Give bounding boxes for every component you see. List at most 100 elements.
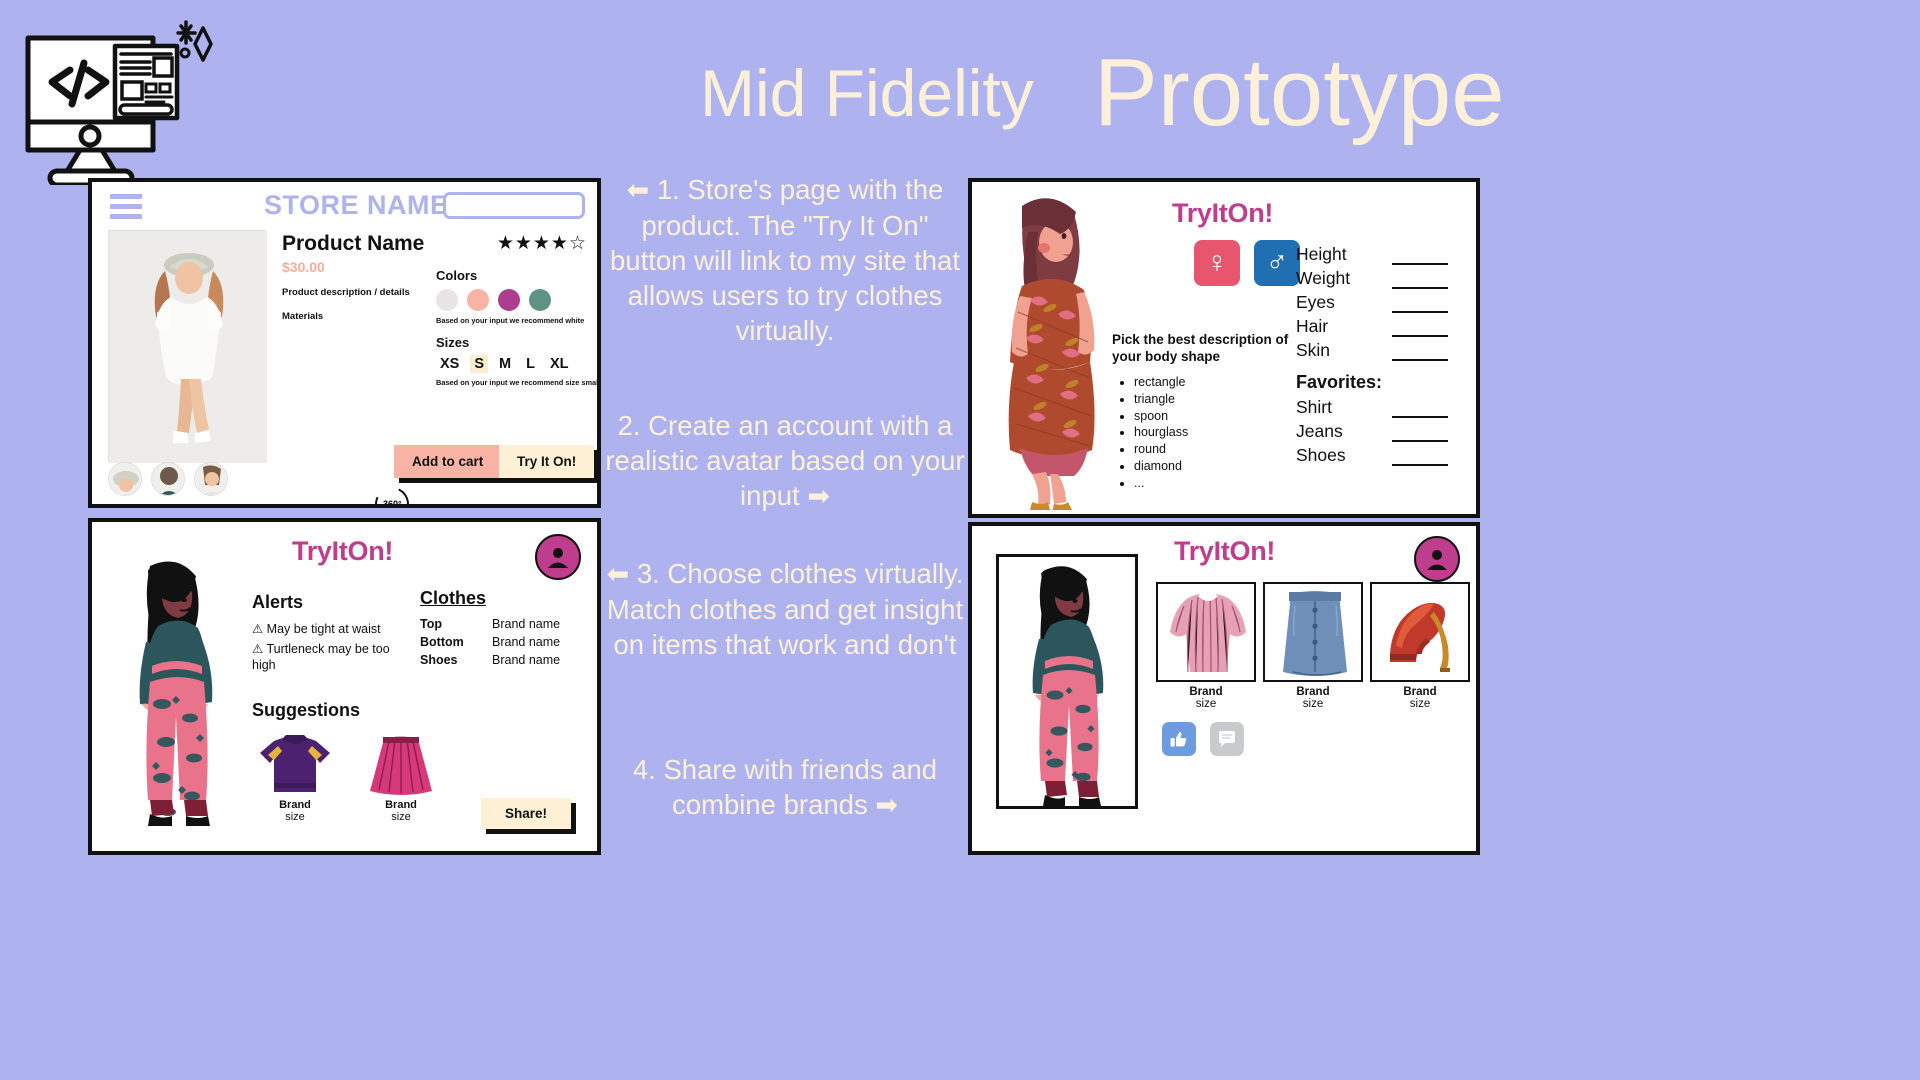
search-bar[interactable] [443, 192, 597, 219]
striped-blouse-icon [1170, 592, 1246, 673]
colors-heading: Colors [436, 268, 478, 283]
bodyshape-option[interactable]: ... [1134, 475, 1292, 492]
measurement-label: Hair [1296, 316, 1329, 336]
measurement-input[interactable] [1392, 347, 1448, 361]
like-button[interactable] [1162, 722, 1196, 756]
measurement-input[interactable] [1392, 251, 1448, 265]
bodyshape-section: Pick the best description of your body s… [1112, 332, 1292, 492]
thumbnail-3[interactable] [194, 462, 228, 496]
suggestion-size: size [285, 811, 305, 823]
item-thumbnail[interactable] [1156, 582, 1256, 682]
table-row: Bottom Brand name [420, 635, 585, 649]
store-name-label: STORE NAME [264, 190, 449, 220]
size-option-l[interactable]: L [522, 355, 539, 373]
measurement-label: Height [1296, 244, 1347, 264]
item-size: size [1302, 698, 1324, 710]
clothing-item[interactable]: Brand size [1263, 582, 1363, 710]
thumbnail-1[interactable] [108, 462, 142, 496]
rotate-360-icon[interactable]: 360° [370, 482, 414, 504]
clothing-item[interactable]: Brand size [1370, 582, 1470, 710]
table-row: Top Brand name [420, 617, 585, 631]
alerts-heading: Alerts [252, 592, 304, 612]
bodyshape-option[interactable]: round [1134, 441, 1292, 458]
favorite-row: Shirt [1296, 397, 1466, 418]
clothes-slot: Top [420, 617, 442, 631]
gender-male-button[interactable]: ♂ [1254, 240, 1300, 286]
bodyshape-option[interactable]: rectangle [1134, 374, 1292, 391]
add-to-cart-button[interactable]: Add to cart [394, 445, 507, 483]
search-input[interactable] [446, 195, 597, 216]
size-option-xl[interactable]: XL [546, 355, 573, 373]
thumbnail-2[interactable] [151, 462, 185, 496]
color-swatch-purple[interactable] [498, 289, 520, 311]
favorite-input[interactable] [1392, 452, 1448, 466]
item-brand: Brand [1296, 686, 1330, 698]
try-it-on-button[interactable]: Try It On! [499, 445, 597, 483]
item-thumbnail[interactable] [1263, 582, 1363, 682]
color-recommendation: Based on your input we recommend white [436, 316, 585, 325]
clothes-slot: Shoes [420, 653, 458, 667]
alert-item: ⚠ Turtleneck may be too high [252, 641, 390, 673]
favorite-input[interactable] [1392, 428, 1448, 442]
note-1: ⬅ 1. Store's page with the product. The … [600, 172, 970, 348]
gender-female-button[interactable]: ♀ [1194, 240, 1240, 286]
share-button[interactable]: Share! [480, 798, 576, 834]
clothes-section: Clothes Top Brand name Bottom Brand name… [420, 588, 585, 671]
arrow-left-icon: ⬅ [626, 175, 650, 205]
bodyshape-option[interactable]: spoon [1134, 408, 1292, 425]
item-thumbnail[interactable] [1370, 582, 1470, 682]
size-option-s[interactable]: S [470, 355, 489, 374]
hamburger-icon[interactable] [110, 193, 142, 219]
rating-stars[interactable]: ★★★★☆ [497, 232, 587, 255]
red-heel-shoe-icon [1390, 602, 1450, 672]
color-swatch-white[interactable] [436, 289, 458, 311]
tryon-title: TryItOn! [1172, 198, 1274, 228]
avatar-mirror[interactable] [996, 554, 1138, 809]
comment-button[interactable] [1210, 722, 1244, 756]
sizes-heading: Sizes [436, 335, 470, 351]
color-swatch-green[interactable] [529, 289, 551, 311]
arrow-right-icon: ➡ [807, 481, 830, 512]
suggestion-item[interactable]: Brand size [358, 733, 444, 823]
clothes-table: Top Brand name Bottom Brand name Shoes B… [420, 617, 585, 667]
size-option-xs[interactable]: XS [436, 355, 463, 373]
store-page-panel: STORE NAME 360° Product Name $30.00 Prod… [88, 178, 601, 508]
measurement-input[interactable] [1392, 323, 1448, 337]
avatar-figure [992, 192, 1114, 510]
bodyshape-option[interactable]: hourglass [1134, 424, 1292, 441]
arrow-right-icon: ➡ [875, 790, 898, 821]
measurement-input[interactable] [1392, 275, 1448, 289]
product-photo[interactable]: 360° [108, 230, 414, 504]
measurements-section: Height Weight Eyes Hair Skin Favorites: … [1296, 244, 1466, 469]
favorite-row: Shoes [1296, 445, 1466, 466]
note-1-text: 1. Store's page with the product. The "T… [609, 174, 960, 347]
favorite-label: Shirt [1296, 397, 1332, 417]
suggestions-section: Suggestions Brand size Brand size [252, 700, 444, 823]
tryon-title: TryItOn! [1174, 536, 1276, 566]
user-avatar-badge[interactable] [1414, 536, 1460, 582]
suggestions-heading: Suggestions [252, 700, 361, 720]
pink-skirt-icon [370, 736, 432, 795]
product-options: Colors Based on your input we recommend … [436, 268, 601, 388]
measurement-input[interactable] [1392, 299, 1448, 313]
favorite-label: Jeans [1296, 421, 1343, 441]
product-info: Product Name $30.00 Product description … [266, 230, 597, 462]
bodyshape-option[interactable]: triangle [1134, 391, 1292, 408]
size-option-m[interactable]: M [495, 355, 515, 373]
clothing-item[interactable]: Brand size [1156, 582, 1256, 710]
suggestion-item[interactable]: Brand size [252, 733, 338, 823]
bodyshape-option[interactable]: diamond [1134, 458, 1292, 475]
purple-sweater-icon [260, 735, 330, 792]
add-to-cart-label: Add to cart [394, 445, 502, 478]
item-size: size [1409, 698, 1431, 710]
note-2: 2. Create an account with a realistic av… [600, 408, 970, 514]
color-swatch-pink[interactable] [467, 289, 489, 311]
app-logo [18, 10, 248, 185]
color-swatches [436, 289, 597, 311]
store-body: 360° Product Name $30.00 Product descrip… [92, 230, 597, 504]
favorite-input[interactable] [1392, 404, 1448, 418]
size-recommendation: Based on your input we recommend size sm… [436, 378, 601, 388]
user-avatar-badge[interactable] [535, 534, 581, 580]
tryon-title: TryItOn! [292, 536, 394, 566]
favorite-label: Shoes [1296, 445, 1346, 465]
